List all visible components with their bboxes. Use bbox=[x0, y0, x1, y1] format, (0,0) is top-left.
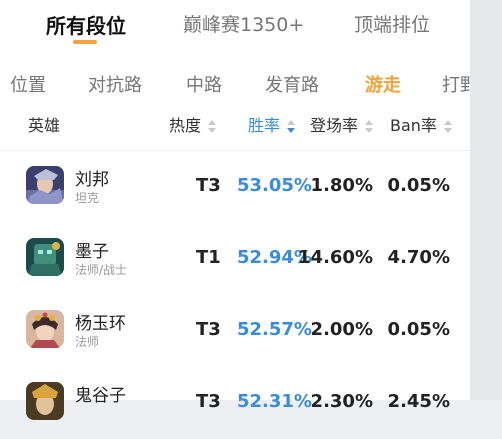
hero-ranking-panel: 所有段位 巅峰赛1350+ 顶端排位 位置 对抗路 中路 发育路 游走 打野 英… bbox=[0, 0, 478, 420]
hero-win-rate: 52.31% bbox=[237, 391, 312, 412]
page-background-edge bbox=[470, 0, 502, 400]
role-tab-clash-lane[interactable]: 对抗路 bbox=[88, 71, 142, 97]
role-tab-farm-lane[interactable]: 发育路 bbox=[265, 71, 319, 97]
mozi-portrait-icon bbox=[26, 238, 64, 276]
guiguzi-portrait-icon bbox=[26, 382, 64, 420]
yang-yuhuan-portrait-icon bbox=[26, 310, 64, 348]
sort-icon bbox=[208, 119, 217, 134]
header-pick-rate-label: 登场率 bbox=[310, 116, 359, 135]
header-hero: 英雄 bbox=[28, 116, 61, 135]
hero-ban-rate: 2.45% bbox=[387, 391, 450, 412]
hero-pick-rate: 2.30% bbox=[310, 391, 373, 412]
hero-tier: T3 bbox=[196, 319, 221, 340]
hero-tier: T1 bbox=[196, 247, 221, 268]
hero-role: 法师/战士 bbox=[75, 263, 128, 277]
header-heat-label: 热度 bbox=[169, 116, 202, 135]
tab-all-ranks[interactable]: 所有段位 bbox=[46, 10, 126, 39]
tab-peak-1350[interactable]: 巅峰赛1350+ bbox=[183, 10, 304, 37]
table-row[interactable]: 刘邦 坦克 T3 53.05% 1.80% 0.05% bbox=[0, 151, 470, 223]
liu-bang-portrait-icon bbox=[26, 166, 64, 204]
table-row[interactable]: 鬼谷子 T3 52.31% 2.30% 2.45% bbox=[0, 367, 470, 439]
hero-name: 刘邦 bbox=[75, 170, 109, 190]
hero-win-rate: 53.05% bbox=[237, 175, 312, 196]
hero-pick-rate: 1.80% bbox=[310, 175, 373, 196]
hero-name: 墨子 bbox=[75, 242, 109, 262]
role-tab-roam[interactable]: 游走 bbox=[365, 71, 401, 97]
header-win-rate-label: 胜率 bbox=[248, 116, 281, 135]
hero-role: 法师 bbox=[75, 335, 100, 349]
sort-desc-icon bbox=[287, 119, 296, 134]
hero-tier: T3 bbox=[196, 391, 221, 412]
hero-ban-rate: 0.05% bbox=[387, 319, 450, 340]
hero-pick-rate: 14.60% bbox=[298, 247, 373, 268]
header-heat[interactable]: 热度 bbox=[169, 112, 217, 136]
sort-icon bbox=[365, 119, 374, 134]
sort-icon bbox=[444, 119, 453, 134]
table-row[interactable]: 墨子 法师/战士 T1 52.94% 14.60% 4.70% bbox=[0, 223, 470, 295]
tab-top-ranked[interactable]: 顶端排位 bbox=[354, 10, 430, 37]
hero-win-rate: 52.57% bbox=[237, 319, 312, 340]
role-tab-mid-lane[interactable]: 中路 bbox=[186, 71, 222, 97]
hero-name: 杨玉环 bbox=[75, 314, 126, 334]
role-tab-position[interactable]: 位置 bbox=[10, 71, 46, 97]
header-ban-rate[interactable]: Ban率 bbox=[390, 112, 453, 136]
hero-ban-rate: 0.05% bbox=[387, 175, 450, 196]
header-pick-rate[interactable]: 登场率 bbox=[310, 112, 374, 136]
active-tab-indicator bbox=[73, 40, 97, 44]
hero-name: 鬼谷子 bbox=[75, 386, 126, 406]
header-win-rate[interactable]: 胜率 bbox=[248, 112, 296, 136]
hero-role: 坦克 bbox=[75, 191, 100, 205]
hero-pick-rate: 2.00% bbox=[310, 319, 373, 340]
hero-tier: T3 bbox=[196, 175, 221, 196]
hero-ban-rate: 4.70% bbox=[387, 247, 450, 268]
header-ban-rate-label: Ban率 bbox=[390, 116, 437, 135]
table-row[interactable]: 杨玉环 法师 T3 52.57% 2.00% 0.05% bbox=[0, 295, 470, 367]
